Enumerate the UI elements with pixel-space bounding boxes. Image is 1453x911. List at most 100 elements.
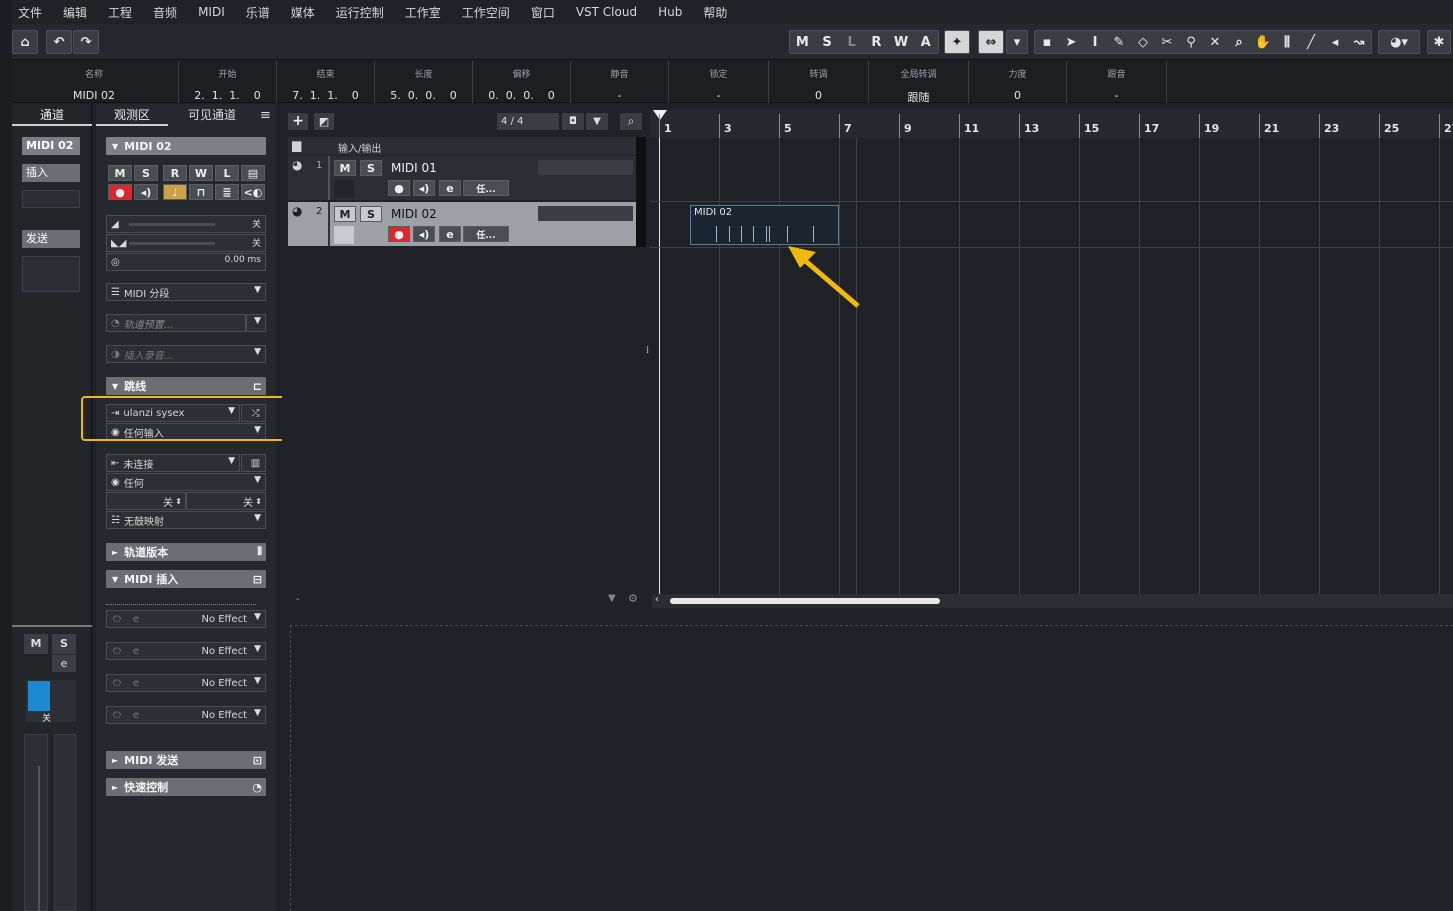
piano-icon[interactable]: ▥ (241, 454, 266, 472)
home-icon[interactable]: ⌂ (12, 30, 38, 54)
midi-insert-slot-1[interactable]: ⏻ e No Effect ▼ (106, 610, 266, 628)
lower-zone-dropzone[interactable] (290, 625, 1453, 911)
info-velocity[interactable]: 力度 0 (969, 61, 1067, 103)
send-section[interactable]: 发送 (22, 230, 80, 248)
time-signature[interactable]: 4 / 4 (497, 113, 559, 130)
routing-section-header[interactable]: ▼ 跳线 ⊏ (106, 377, 266, 395)
track-mute-button[interactable]: M (334, 206, 356, 222)
tab-channel[interactable]: 通道 (12, 106, 92, 126)
insert-slot[interactable] (22, 190, 80, 208)
lanes-icon[interactable]: ≣ (215, 184, 239, 200)
settings-icon[interactable]: ✱ (1427, 30, 1451, 54)
track-record-icon[interactable]: ● (388, 180, 410, 196)
inspector-read-button[interactable]: R (163, 165, 187, 181)
menu-audio[interactable]: 音频 (153, 4, 177, 21)
track-mute-button[interactable]: M (334, 160, 356, 176)
inspector-mute-button[interactable]: M (108, 165, 132, 181)
undo-icon[interactable]: ↶ (46, 30, 72, 54)
track-versions-header[interactable]: ► 轨道版本 ⫴ (106, 543, 266, 561)
snap-dropdown-icon[interactable]: ▾ (1006, 30, 1028, 54)
scrollbar-thumb[interactable] (670, 598, 940, 604)
info-length[interactable]: 长度 5. 0. 0. 0 (375, 61, 473, 103)
eraser-icon[interactable]: ◇ (1131, 35, 1155, 50)
menu-media[interactable]: 媒体 (291, 4, 315, 21)
lock-icon[interactable]: ⊓ (189, 184, 213, 200)
color-menu-icon[interactable]: ◕▾ (1378, 30, 1420, 54)
mute-tool-icon[interactable]: ✕ (1203, 35, 1227, 50)
menu-transport[interactable]: 运行控制 (336, 4, 384, 21)
event-display[interactable]: MIDI 02 (650, 138, 1453, 594)
menu-project[interactable]: 工程 (108, 4, 132, 21)
snap-icon[interactable]: ⇔ (978, 30, 1004, 54)
info-transpose[interactable]: 转调 0 (769, 61, 869, 103)
zoom-settings-icon[interactable]: ⚙ (628, 592, 638, 605)
strip-solo-button[interactable]: S (52, 634, 76, 654)
track-lane-icon[interactable] (334, 226, 354, 244)
comp-icon[interactable]: ⫼ (1275, 35, 1299, 50)
range-icon[interactable]: I (1083, 35, 1107, 50)
channel-name[interactable]: MIDI 02 (22, 137, 80, 155)
midi-insert-slot-4[interactable]: ⏻ e No Effect ▼ (106, 706, 266, 724)
monitor-icon[interactable]: ◂) (134, 184, 158, 200)
bank-select[interactable]: 关 ⬍ (106, 492, 186, 510)
track-row-midi-01[interactable]: ◕ 1 M S MIDI 01 ● ◂) e 任... (288, 156, 640, 200)
info-root-key[interactable]: 跟音 - (1067, 61, 1167, 103)
tab-inspector[interactable]: 观测区 (96, 106, 168, 126)
insert-section[interactable]: 插入 (22, 164, 80, 182)
line-icon[interactable]: ╱ (1299, 35, 1323, 50)
info-name[interactable]: 名称 MIDI 02 (10, 61, 179, 103)
menu-midi[interactable]: MIDI (198, 5, 225, 19)
menu-help[interactable]: 帮助 (703, 4, 727, 21)
pencil-icon[interactable]: ✎ (1107, 35, 1131, 50)
track-solo-button[interactable]: S (360, 206, 382, 222)
mute-state-button[interactable]: M (790, 35, 815, 50)
midi-inserts-header[interactable]: ▼ MIDI 插入 ⊟ (106, 570, 266, 588)
inspector-solo-button[interactable]: S (134, 165, 158, 181)
menu-vst-cloud[interactable]: VST Cloud (576, 5, 637, 19)
info-end[interactable]: 结束 7. 1. 1. 0 (277, 61, 375, 103)
freeze-icon[interactable]: <◐ (241, 184, 265, 200)
hand-icon[interactable]: ✋ (1251, 35, 1275, 50)
track-name[interactable]: MIDI 02 (391, 207, 437, 221)
automation-state-button[interactable]: A (913, 35, 938, 50)
output-routing-select[interactable]: ⇤ 未连接 ▼ (106, 454, 240, 472)
track-monitor-icon[interactable]: ◂) (413, 226, 435, 242)
strip-mute-button[interactable]: M (24, 634, 48, 654)
info-lock[interactable]: 锁定 - (669, 61, 769, 103)
volume-slider[interactable]: ◢ 关 (106, 215, 266, 233)
midi-segment-select[interactable]: ☰ MIDI 分段 ▼ (106, 283, 266, 301)
info-offset[interactable]: 偏移 0. 0. 0. 0 (473, 61, 571, 103)
track-preset-icon[interactable]: ◩ (314, 113, 334, 130)
volume-fader[interactable] (24, 734, 48, 911)
autoscroll-icon[interactable]: ✦ (944, 30, 970, 54)
menu-edit[interactable]: 编辑 (63, 4, 87, 21)
track-monitor-icon[interactable]: ◂) (413, 180, 435, 196)
redo-icon[interactable]: ↷ (73, 30, 99, 54)
track-volume-slider[interactable] (538, 160, 633, 175)
info-start[interactable]: 开始 2. 1. 1. 0 (179, 61, 277, 103)
midi-insert-slot-2[interactable]: ⏻ e No Effect ▼ (106, 642, 266, 660)
program-select[interactable]: 关 ⬍ (186, 492, 266, 510)
midi-insert-slot-3[interactable]: ⏻ e No Effect ▼ (106, 674, 266, 692)
playhead-marker[interactable] (653, 110, 667, 120)
track-edit-icon[interactable]: e (439, 226, 461, 242)
camera-icon[interactable]: ◘ (562, 113, 584, 130)
search-icon[interactable]: ⌕ (620, 113, 642, 130)
menu-hub[interactable]: Hub (658, 5, 682, 19)
drum-map-select[interactable]: ☵ 无鼓映射 ▼ (106, 511, 266, 529)
track-row-midi-02[interactable]: ◕ 2 M S MIDI 02 ● ◂) e 任... (288, 202, 640, 246)
scroll-left-icon[interactable]: ‹ (655, 594, 659, 605)
info-global-transpose[interactable]: 全局转调 跟随 (869, 61, 969, 104)
add-track-icon[interactable]: + (288, 113, 308, 130)
menu-score[interactable]: 乐谱 (246, 4, 270, 21)
inspector-lock-button[interactable]: L (215, 165, 239, 181)
output-channel-select[interactable]: ◉ 任何 ▼ (106, 473, 266, 491)
inspector-write-button[interactable]: W (189, 165, 213, 181)
quick-controls-header[interactable]: ► 快速控制 ◔ (106, 778, 266, 796)
track-edit-icon[interactable]: e (439, 180, 461, 196)
timeline-ruler[interactable]: 1 3 5 7 9 11 13 15 17 19 21 23 25 27 (650, 110, 1453, 138)
folder-track[interactable]: ▆ 输入/输出 (288, 137, 640, 155)
strip-edit-icon[interactable]: e (52, 655, 76, 672)
track-volume-slider[interactable] (538, 206, 633, 221)
track-lane-icon[interactable] (334, 180, 354, 198)
